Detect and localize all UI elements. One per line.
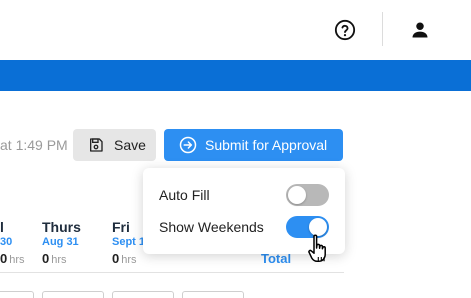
topbar-divider <box>382 12 383 46</box>
toggle-knob <box>288 186 306 204</box>
day-hours: 0hrs <box>0 250 25 268</box>
hours-unit: hrs <box>9 254 25 266</box>
hours-input-cell[interactable] <box>112 291 174 298</box>
grid-divider <box>0 272 344 273</box>
hours-input-cell[interactable] <box>0 291 34 298</box>
day-name: Fri <box>112 219 130 235</box>
submit-for-approval-button[interactable]: Submit for Approval <box>164 129 343 161</box>
day-date[interactable]: 30 <box>0 236 25 248</box>
save-button[interactable]: Save <box>73 129 156 161</box>
day-date[interactable]: Aug 31 <box>42 236 81 248</box>
brand-bar <box>0 60 471 91</box>
day-hours: 0hrs <box>42 250 81 268</box>
save-button-label: Save <box>114 137 146 153</box>
hours-value: 0 <box>0 251 8 266</box>
day-column-fri: Fri Sept 1 0 hrs <box>112 219 145 268</box>
day-name: l <box>0 219 4 235</box>
help-icon[interactable] <box>334 19 356 41</box>
hours-unit: hrs <box>51 254 67 266</box>
hours-value: 0 <box>112 251 120 266</box>
hand-pointer-icon <box>308 234 326 263</box>
day-column-thurs: Thurs Aug 31 0 hrs <box>42 219 81 268</box>
day-hours: 0hrs <box>112 250 145 268</box>
hours-input-cell[interactable] <box>42 291 104 298</box>
floppy-disk-icon <box>90 138 103 152</box>
hours-input-cell[interactable] <box>182 291 244 298</box>
hours-unit: hrs <box>121 254 137 266</box>
day-column-wed: l 30 0 hrs <box>0 219 25 268</box>
day-name: Thurs <box>42 219 81 235</box>
hours-value: 0 <box>42 251 50 266</box>
auto-fill-label: Auto Fill <box>159 187 210 203</box>
user-icon[interactable] <box>410 20 430 40</box>
top-bar <box>0 0 471 60</box>
auto-fill-toggle[interactable] <box>286 184 329 206</box>
day-date[interactable]: Sept 1 <box>112 236 145 248</box>
arrow-right-circle-icon <box>179 136 197 154</box>
submit-button-label: Submit for Approval <box>205 137 328 153</box>
saved-status: at 1:49 PM <box>0 137 68 153</box>
show-weekends-label: Show Weekends <box>159 219 264 235</box>
